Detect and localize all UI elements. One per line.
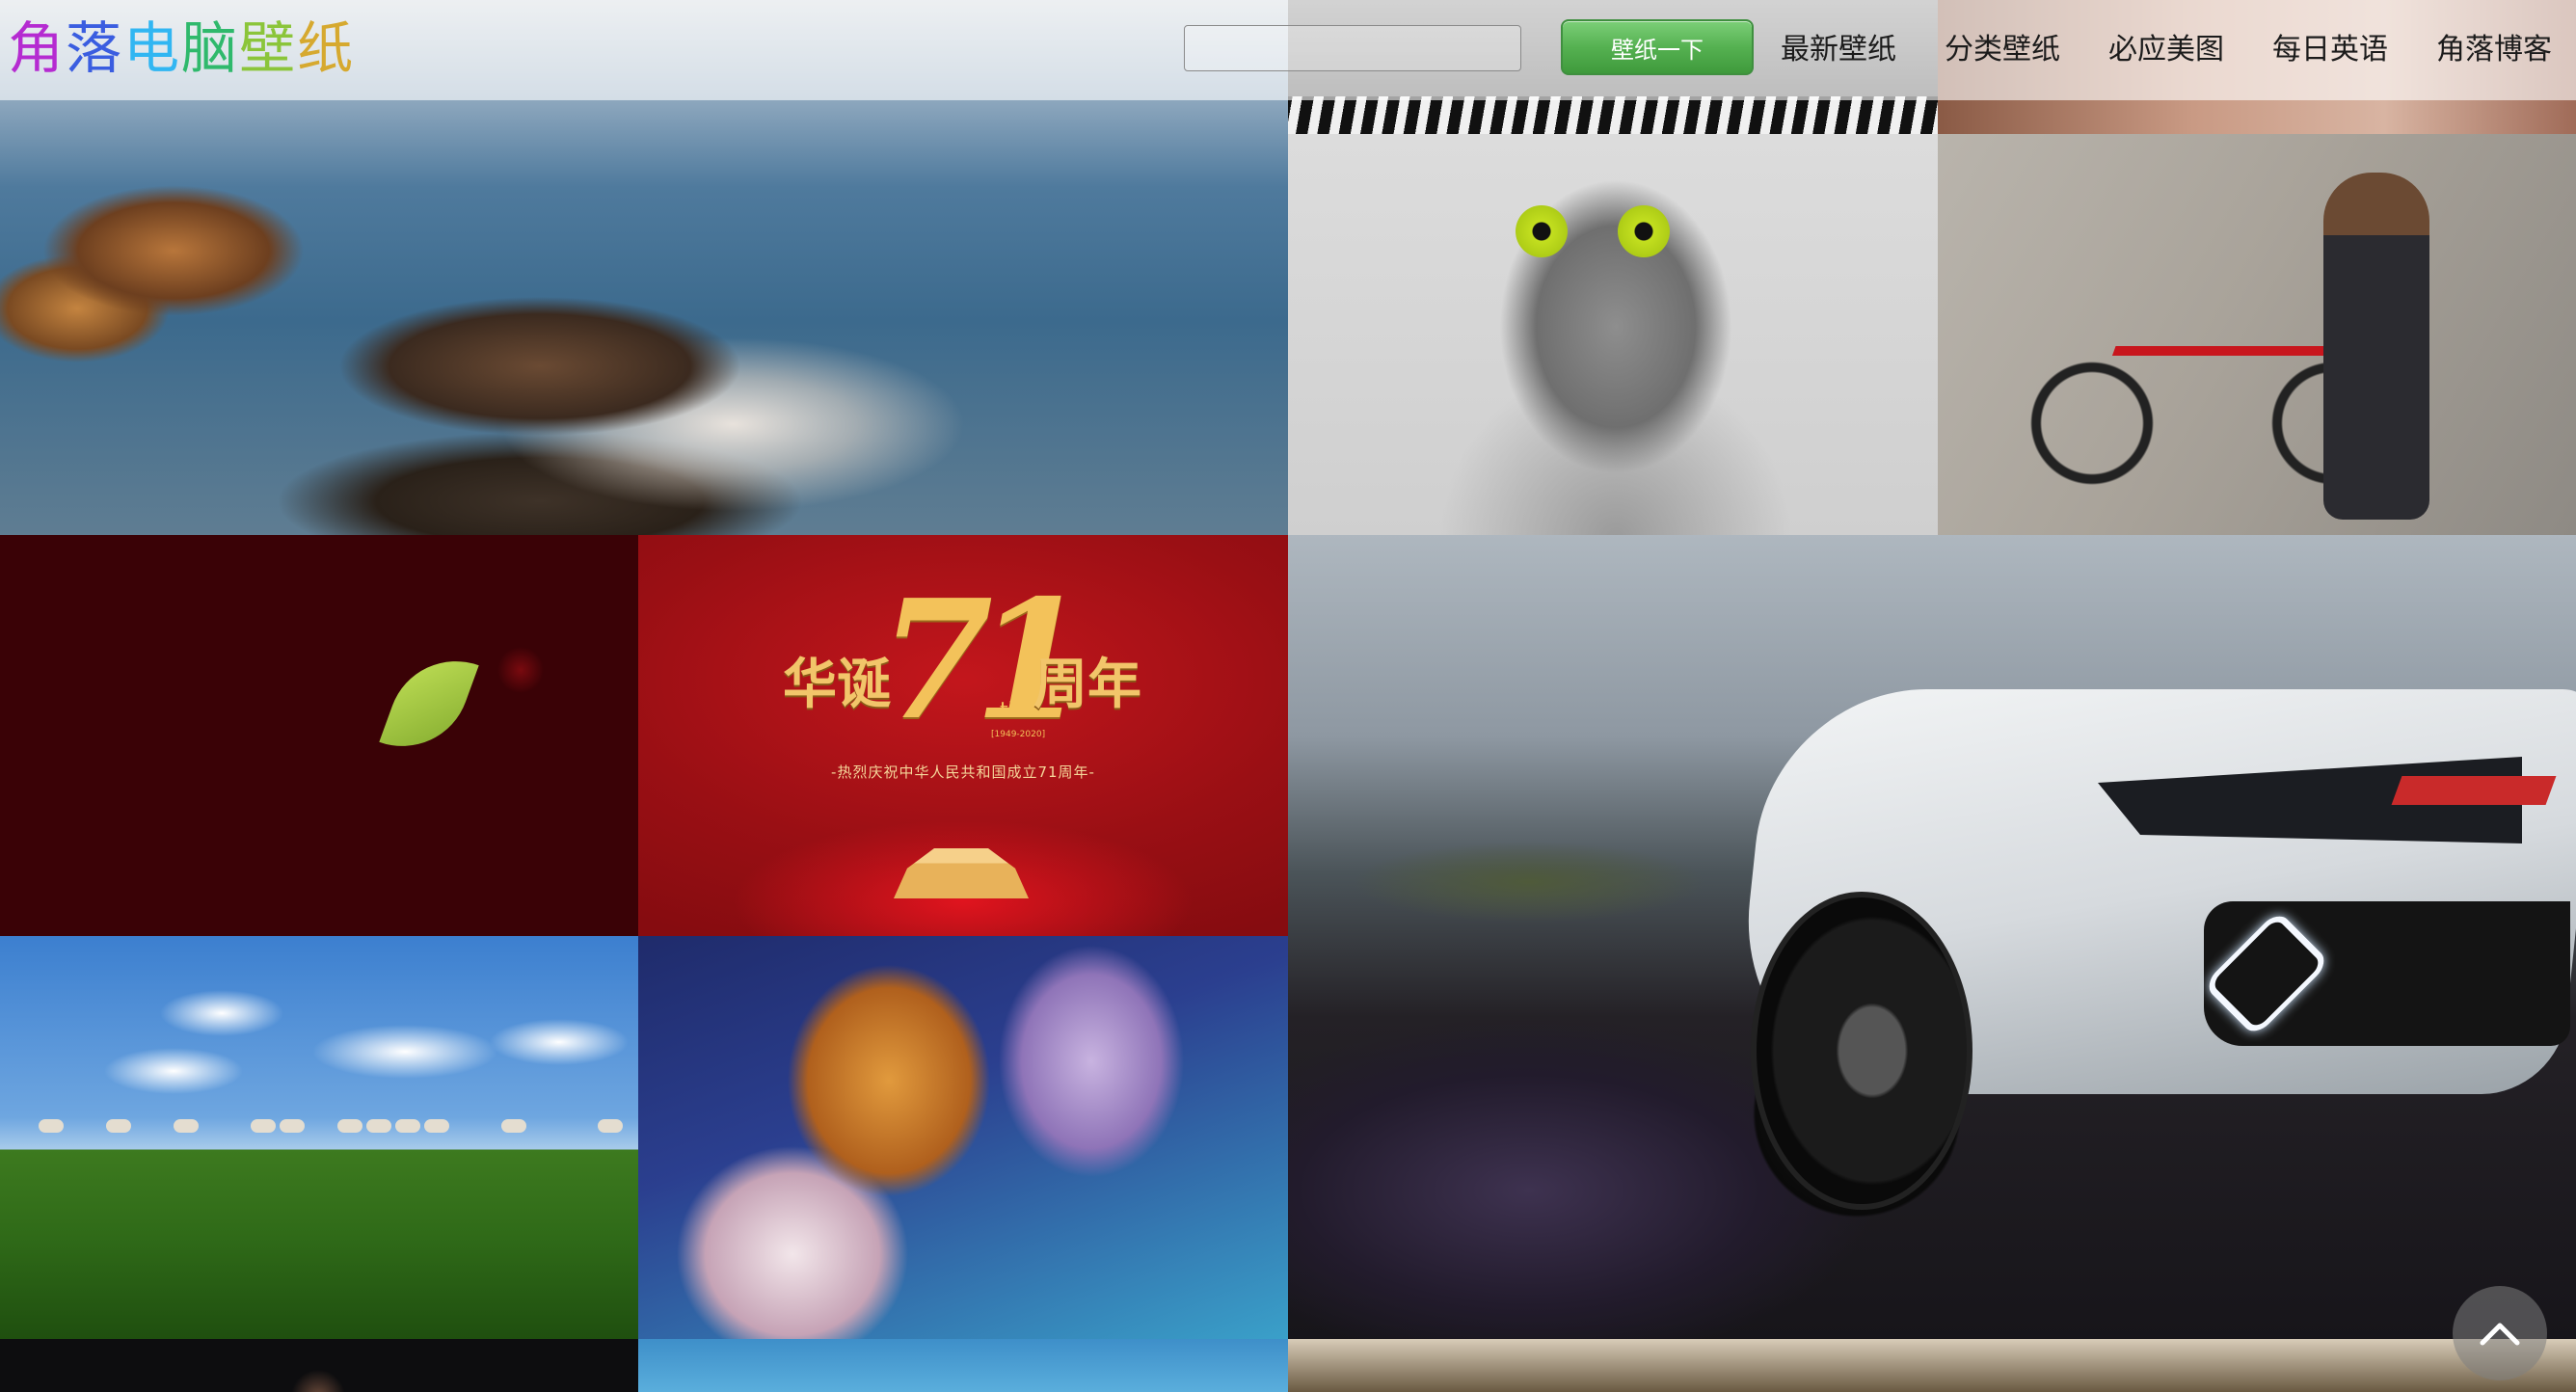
main-nav: 最新壁纸 分类壁纸 必应美图 每日英语 角落博客 [1757, 0, 2576, 93]
logo-char: 壁 [239, 15, 298, 81]
nav-item-blog[interactable]: 角落博客 [2412, 25, 2576, 67]
sheep [251, 1119, 276, 1133]
logo-char: 落 [66, 15, 124, 81]
sheep [174, 1119, 199, 1133]
sheep [395, 1119, 420, 1133]
wallpaper-tile-bottom-2[interactable] [638, 1339, 1288, 1392]
nav-item-daily-english[interactable]: 每日英语 [2248, 25, 2412, 67]
wallpaper-tile-bike-girl[interactable] [1938, 134, 2576, 535]
chevron-up-icon [2480, 1323, 2520, 1346]
banner-subtitle: -热烈庆祝中华人民共和国成立71周年- [831, 763, 1095, 781]
sheep [424, 1119, 449, 1133]
anime-girl-figure [2323, 173, 2429, 520]
sheep [366, 1119, 391, 1133]
banner-text-right: 周年 [1033, 653, 1141, 716]
car-wheel [1751, 892, 1972, 1210]
wallpaper-tile-bottom-3[interactable] [1288, 1339, 2576, 1392]
banner-th: th [1000, 699, 1022, 723]
nav-item-bing[interactable]: 必应美图 [2084, 25, 2248, 67]
wallpaper-tile-anime-hero[interactable] [638, 936, 1288, 1339]
wallpaper-tile-cherry[interactable] [0, 535, 638, 936]
banner-text-left: 华诞 [783, 653, 891, 716]
site-logo[interactable]: 角落电脑壁纸 [8, 13, 355, 83]
banner-number: 71 [879, 564, 1088, 757]
banner-years: [1949-2020] [991, 730, 1046, 739]
logo-char: 角 [8, 15, 67, 81]
logo-char: 脑 [181, 15, 240, 81]
wallpaper-tile-cat[interactable] [1288, 134, 1938, 535]
logo-char: 纸 [297, 15, 356, 81]
back-to-top-button[interactable] [2453, 1286, 2547, 1380]
sheep [337, 1119, 362, 1133]
wallpaper-tile-sheep[interactable] [0, 936, 638, 1339]
cat-eye [1618, 205, 1670, 257]
wallpaper-tile-national-day[interactable]: 华诞 71 th [1949-2020] 周年 -热烈庆祝中华人民共和国成立71… [638, 535, 1288, 936]
sheep [106, 1119, 131, 1133]
nav-item-latest[interactable]: 最新壁纸 [1757, 25, 1920, 67]
search-input[interactable] [1184, 25, 1521, 71]
logo-char: 电 [123, 15, 182, 81]
bike-frame [2087, 346, 2348, 423]
site-header: 角落电脑壁纸 壁纸一下 最新壁纸 分类壁纸 必应美图 每日英语 角落博客 [0, 0, 2576, 100]
wallpaper-tile-mustang[interactable] [1288, 535, 2576, 1339]
cat-eye [1516, 205, 1568, 257]
nav-item-categories[interactable]: 分类壁纸 [1920, 25, 2084, 67]
sheep [598, 1119, 623, 1133]
leaf [379, 642, 479, 765]
car-red-accent [2391, 776, 2557, 805]
wallpaper-tile-bottom-1[interactable] [0, 1339, 638, 1392]
tiananmen-graphic [894, 848, 1029, 898]
sheep [280, 1119, 305, 1133]
sheep [501, 1119, 526, 1133]
sheep [39, 1119, 64, 1133]
search-button[interactable]: 壁纸一下 [1561, 19, 1754, 75]
